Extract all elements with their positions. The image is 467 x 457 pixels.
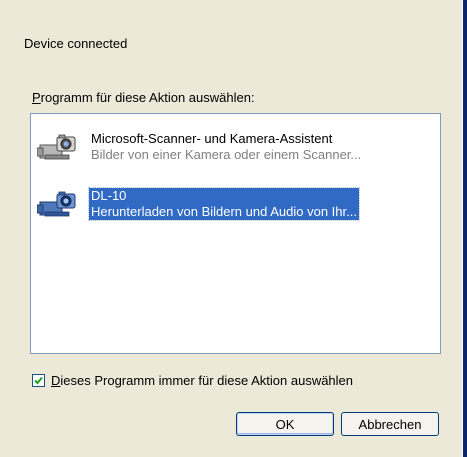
always-use-program-checkbox[interactable] [32, 373, 45, 387]
list-item-scanner-wizard[interactable]: Microsoft-Scanner- und Kamera-Assistent … [35, 128, 435, 166]
always-use-program-row[interactable]: Dieses Programm immer für diese Aktion a… [32, 371, 353, 389]
dialog-header: Device connected [24, 36, 128, 51]
program-list-label: Programm für diese Aktion auswählen: [32, 90, 255, 105]
program-list[interactable]: Microsoft-Scanner- und Kamera-Assistent … [30, 113, 441, 354]
list-item-dl10[interactable]: DL-10 Herunterladen von Bildern und Audi… [35, 185, 435, 223]
checkmark-icon [34, 376, 43, 384]
camera-scanner-icon [36, 131, 81, 163]
checkbox-label-accesskey: D [51, 372, 61, 388]
list-item-subtitle: Herunterladen von Bildern und Audio von … [91, 204, 357, 219]
list-item-text: Microsoft-Scanner- und Kamera-Assistent … [89, 131, 363, 163]
list-item-title: Microsoft-Scanner- und Kamera-Assistent [91, 131, 333, 146]
list-item-text: DL-10 Herunterladen von Bildern und Audi… [88, 187, 360, 221]
list-label-accesskey: P [32, 90, 41, 105]
list-item-title: DL-10 [91, 188, 127, 203]
list-item-subtitle: Bilder von einer Kamera oder einem Scann… [91, 147, 362, 162]
checkbox-label-text: ieses Programm immer für diese Aktion au… [60, 372, 354, 388]
window-frame-edge [463, 0, 467, 457]
ok-button[interactable]: OK [236, 412, 334, 436]
list-label-text: rogramm für diese Aktion auswählen: [40, 90, 255, 105]
cancel-button[interactable]: Abbrechen [341, 412, 439, 436]
camera-scanner-icon [36, 188, 81, 220]
checkbox-label: Dieses Programm immer für diese Aktion a… [51, 373, 353, 388]
